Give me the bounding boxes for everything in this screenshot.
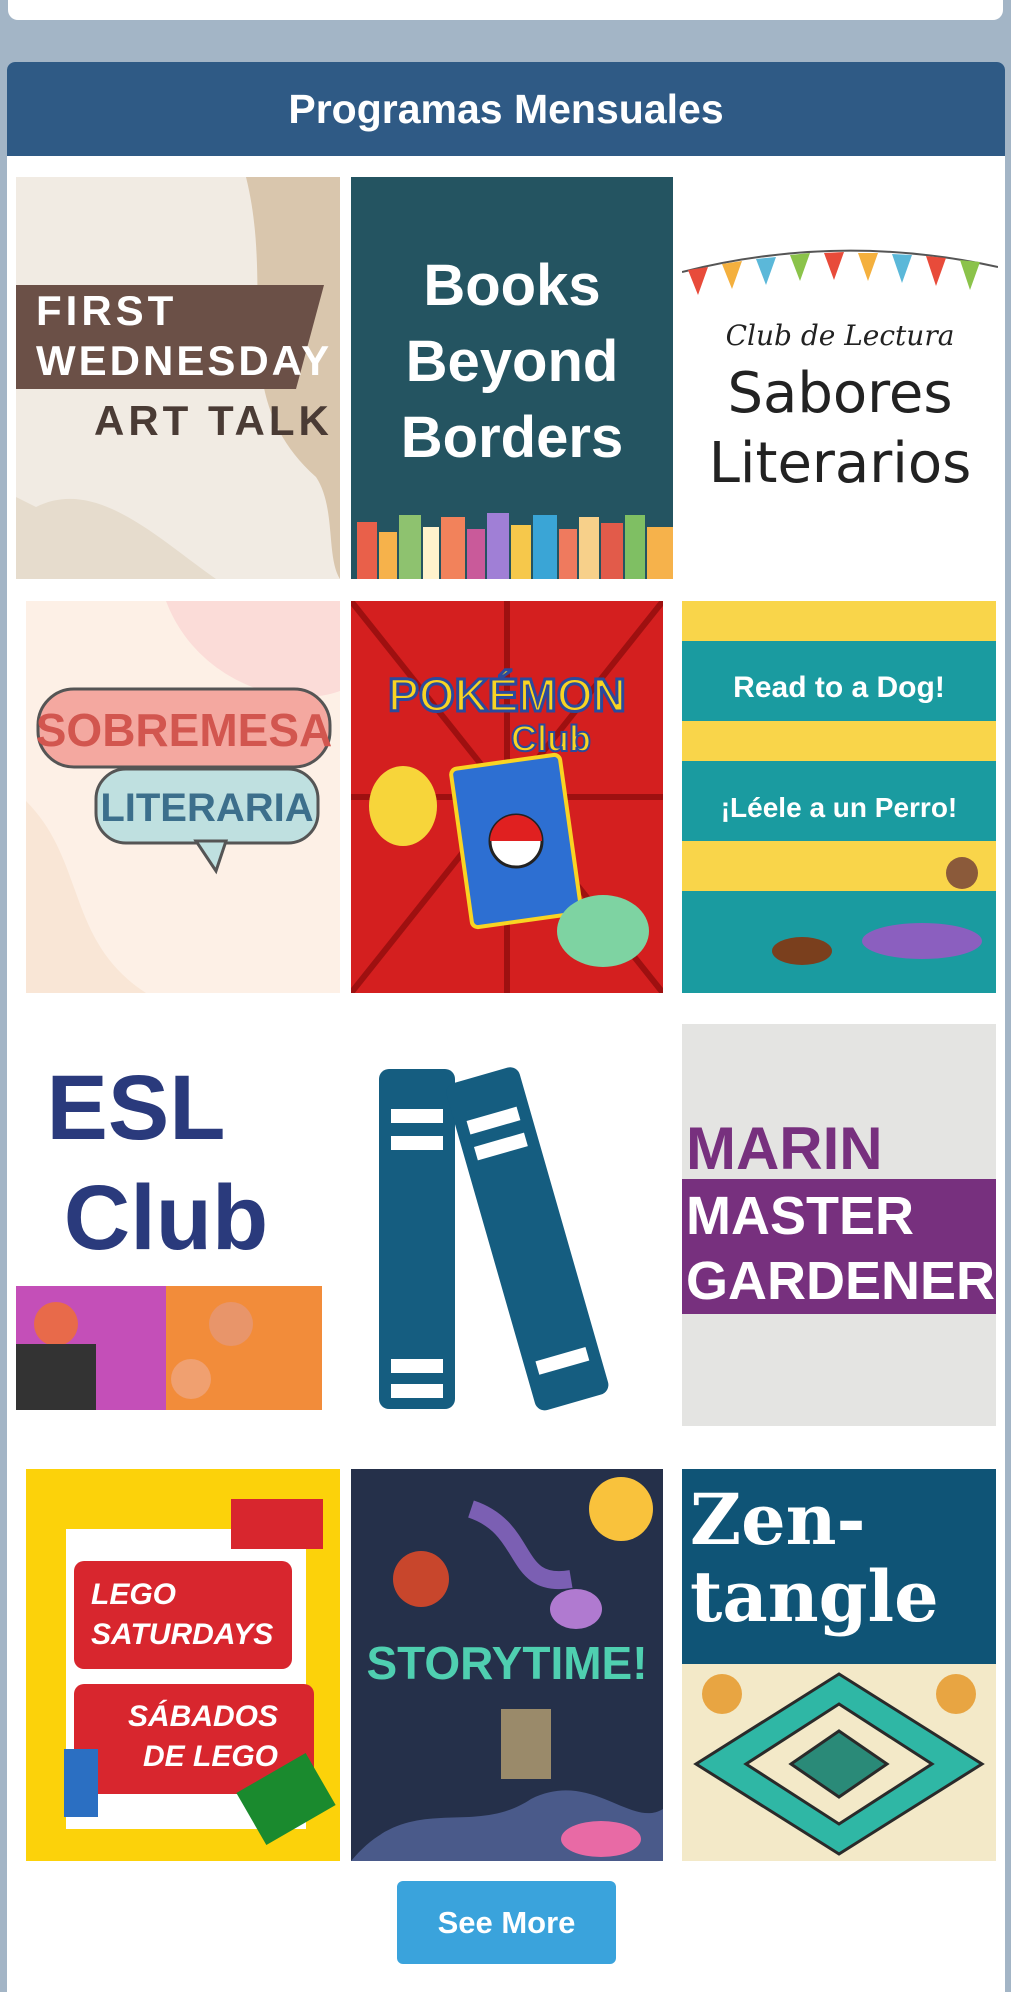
tile-text: LITERARIA bbox=[100, 786, 313, 830]
program-tile-lego-saturdays[interactable]: LEGO SATURDAYS SÁBADOS DE LEGO bbox=[26, 1469, 340, 1861]
tile-text: SOBREMESA bbox=[36, 704, 332, 756]
esl-club-image: ESL Club bbox=[16, 1024, 322, 1410]
books-icon bbox=[351, 1024, 663, 1424]
program-tile-sabores-literarios[interactable]: Club de Lectura Sabores Literarios bbox=[682, 177, 998, 579]
marin-master-gardeners-image: MARIN MASTER GARDENERS bbox=[682, 1024, 996, 1426]
tile-text: ESL bbox=[47, 1057, 226, 1159]
read-to-a-dog-image: Read to a Dog! ¡Léele a un Perro! bbox=[682, 601, 996, 993]
tile-text: Beyond bbox=[406, 329, 619, 394]
zentangle-image: Zen- tangle bbox=[682, 1469, 996, 1861]
tile-text: DE LEGO bbox=[143, 1740, 278, 1773]
tile-text: Sabores bbox=[727, 361, 952, 426]
tile-text: Read to a Dog! bbox=[733, 671, 945, 704]
see-more-button[interactable]: See More bbox=[397, 1881, 616, 1964]
tile-text: ART TALK bbox=[94, 397, 333, 444]
tile-text: Club de Lectura bbox=[726, 319, 955, 352]
program-tile-books-icon[interactable] bbox=[351, 1024, 663, 1424]
tile-text: Club bbox=[511, 718, 591, 759]
section-title: Programas Mensuales bbox=[7, 62, 1005, 156]
tile-text: MARIN bbox=[686, 1115, 883, 1182]
tile-text: SÁBADOS bbox=[128, 1699, 278, 1733]
tile-text: STORYTIME! bbox=[366, 1637, 647, 1689]
tile-text: Zen- bbox=[690, 1478, 866, 1561]
previous-card-bottom bbox=[8, 0, 1003, 20]
storytime-image: STORYTIME! bbox=[351, 1469, 663, 1861]
tile-text: Club bbox=[64, 1167, 268, 1269]
tile-text: Books bbox=[423, 253, 600, 318]
pokemon-club-image: POKÉMON Club bbox=[351, 601, 663, 993]
program-tile-sobremesa-literaria[interactable]: SOBREMESA LITERARIA bbox=[26, 601, 340, 993]
program-tile-pokemon-club[interactable]: POKÉMON Club bbox=[351, 601, 663, 993]
program-tile-read-to-a-dog[interactable]: Read to a Dog! ¡Léele a un Perro! bbox=[682, 601, 996, 993]
tile-text: Borders bbox=[401, 405, 623, 470]
books-beyond-borders-image: Books Beyond Borders bbox=[351, 177, 673, 579]
tile-text: ¡Léele a un Perro! bbox=[721, 792, 958, 823]
sobremesa-literaria-image: SOBREMESA LITERARIA bbox=[26, 601, 340, 993]
program-tile-books-beyond-borders[interactable]: Books Beyond Borders bbox=[351, 177, 673, 579]
tile-text: GARDENERS bbox=[686, 1251, 996, 1311]
lego-saturdays-image: LEGO SATURDAYS SÁBADOS DE LEGO bbox=[26, 1469, 340, 1861]
tile-text: tangle bbox=[690, 1555, 939, 1638]
tile-text: WEDNESDAY bbox=[36, 337, 332, 384]
first-wednesday-art-talk-image: FIRST WEDNESDAY ART TALK bbox=[16, 177, 340, 579]
tile-text: MASTER bbox=[686, 1186, 914, 1246]
program-tile-zentangle[interactable]: Zen- tangle bbox=[682, 1469, 996, 1861]
tile-text: FIRST bbox=[36, 287, 177, 334]
sabores-literarios-image: Club de Lectura Sabores Literarios bbox=[682, 177, 998, 579]
tile-text: SATURDAYS bbox=[91, 1618, 273, 1651]
tile-text: LEGO bbox=[91, 1578, 176, 1611]
tile-text: POKÉMON bbox=[388, 669, 626, 721]
program-tile-marin-master-gardeners[interactable]: MARIN MASTER GARDENERS bbox=[682, 1024, 996, 1426]
program-tile-first-wednesday[interactable]: FIRST WEDNESDAY ART TALK bbox=[16, 177, 340, 579]
program-tile-esl-club[interactable]: ESL Club bbox=[16, 1024, 322, 1410]
tile-text: Literarios bbox=[709, 431, 972, 496]
program-tile-storytime[interactable]: STORYTIME! bbox=[351, 1469, 663, 1861]
